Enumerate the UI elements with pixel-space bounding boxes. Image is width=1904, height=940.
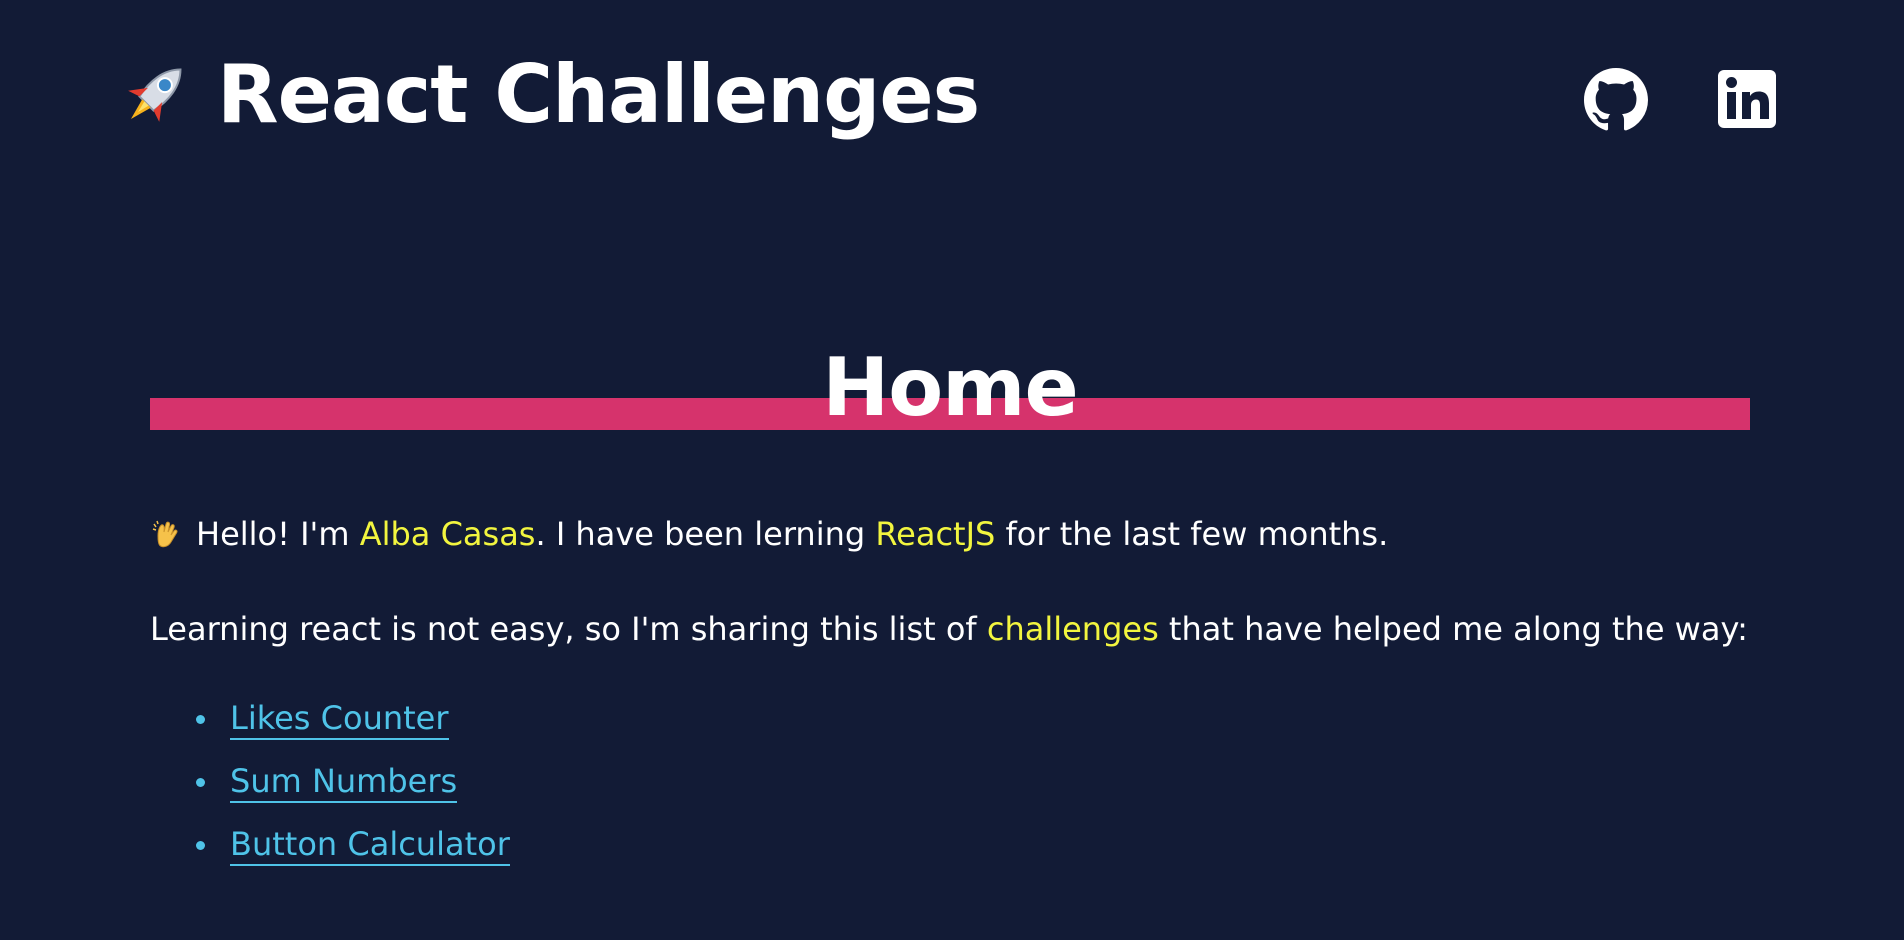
challenge-list: Likes Counter Sum Numbers Button Calcula… — [150, 694, 510, 883]
intro-paragraph: Hello! I'm Alba Casas. I have been lerni… — [150, 510, 1388, 558]
list-item: Likes Counter — [150, 694, 510, 757]
site-header: React Challenges — [115, 48, 980, 141]
sharing-paragraph: Learning react is not easy, so I'm shari… — [150, 605, 1748, 653]
github-link[interactable] — [1584, 68, 1648, 132]
challenges-highlight: challenges — [986, 610, 1159, 648]
intro-suffix: for the last few months. — [995, 515, 1389, 553]
challenge-link-button-calculator[interactable]: Button Calculator — [230, 825, 510, 866]
linkedin-icon — [1718, 70, 1776, 128]
tech-name: ReactJS — [875, 515, 996, 553]
intro-middle: . I have been lerning — [535, 515, 876, 553]
github-icon — [1584, 68, 1648, 131]
challenge-link-likes-counter[interactable]: Likes Counter — [230, 699, 449, 740]
list-item: Button Calculator — [150, 820, 510, 883]
site-title: React Challenges — [217, 48, 980, 141]
challenge-link-sum-numbers[interactable]: Sum Numbers — [230, 762, 458, 803]
sharing-suffix: that have helped me along the way: — [1158, 610, 1748, 648]
list-item: Sum Numbers — [150, 757, 510, 820]
home-section-header: Home — [150, 340, 1750, 440]
rocket-icon — [128, 68, 182, 122]
intro-prefix: Hello! I'm — [196, 515, 360, 553]
waving-hand-icon — [152, 520, 178, 548]
author-name: Alba Casas — [359, 515, 536, 553]
page-title: Home — [822, 341, 1079, 434]
sharing-prefix: Learning react is not easy, so I'm shari… — [150, 610, 987, 648]
social-links — [1584, 68, 1780, 132]
linkedin-link[interactable] — [1716, 68, 1780, 132]
